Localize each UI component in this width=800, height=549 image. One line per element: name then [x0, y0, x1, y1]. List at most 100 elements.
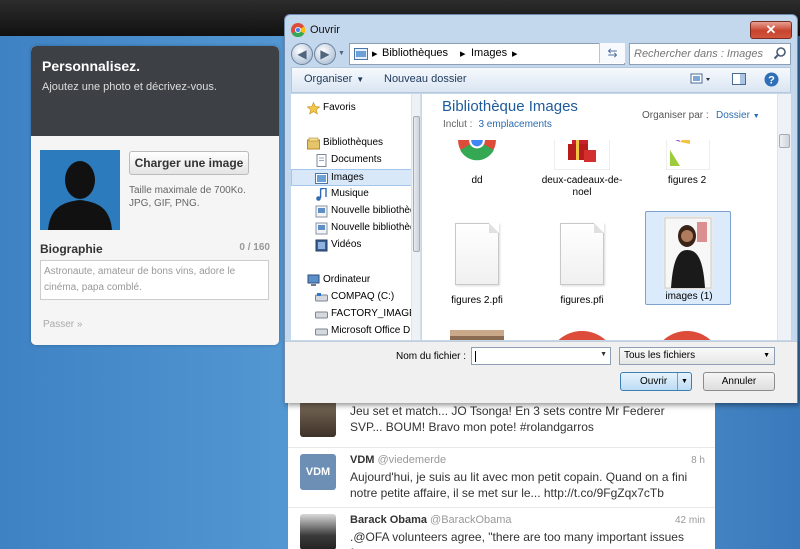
includes-link[interactable]: 3 emplacements: [478, 119, 551, 130]
nav-item-new-library-2[interactable]: Nouvelle bibliothèque: [291, 220, 413, 237]
filename-history-dropdown-icon[interactable]: ▼: [600, 351, 607, 358]
upload-size-hint: Taille maximale de 700Ko.: [129, 185, 246, 196]
nav-scrollbar[interactable]: [411, 94, 420, 340]
new-folder-button[interactable]: Nouveau dossier: [384, 73, 467, 85]
tweet-text: Aujourd'hui, je suis au lit avec mon pet…: [350, 470, 688, 500]
upload-image-button[interactable]: Charger une image: [129, 151, 249, 175]
nav-item-libraries[interactable]: Bibliothèques: [291, 135, 413, 152]
tweet-item[interactable]: VDM VDM @viedemerde 8 h Aujourd'hui, je s…: [288, 447, 715, 505]
nav-item-new-library-1[interactable]: Nouvelle bibliothèque: [291, 203, 413, 220]
filename-label: Nom du fichier :: [396, 351, 467, 362]
tweet-author[interactable]: Barack Obama @BarackObama: [350, 514, 512, 526]
skip-link[interactable]: Passer »: [43, 319, 82, 330]
breadcrumb-item[interactable]: Bibliothèques: [382, 47, 448, 59]
dialog-titlebar[interactable]: Ouvrir ✕: [285, 15, 797, 45]
photo-thumbnail: [450, 330, 504, 340]
text-caret: [475, 351, 476, 362]
nav-item-drive-office[interactable]: Microsoft Office D: [291, 323, 413, 340]
tweet-item[interactable]: Barack Obama @BarackObama 42 min .@OFA vo…: [288, 507, 715, 549]
file-item-figures2[interactable]: figures 2: [644, 140, 730, 200]
search-input[interactable]: [630, 44, 770, 64]
file-name: figures.pfi: [560, 295, 604, 306]
open-button[interactable]: Ouvrir ▼: [620, 372, 692, 391]
breadcrumb-separator-icon[interactable]: ▸: [372, 47, 378, 60]
chevron-down-icon: ▼: [763, 352, 770, 359]
back-arrow-icon[interactable]: ◀: [291, 43, 313, 65]
library-icon: [307, 137, 320, 150]
file-name: figures 2: [667, 175, 707, 186]
chrome-icon: [663, 331, 711, 340]
organize-menu[interactable]: Organiser ▼: [304, 73, 364, 85]
view-options-icon[interactable]: [690, 72, 712, 89]
file-item-dd[interactable]: dd: [434, 140, 520, 200]
nav-item-drive-c[interactable]: COMPAQ (C:): [291, 289, 413, 306]
library-includes: Inclut :3 emplacements: [443, 119, 552, 130]
nav-item-documents[interactable]: Documents: [291, 152, 413, 169]
nav-item-music[interactable]: Musique: [291, 186, 413, 203]
file-item-figures-pfi[interactable]: figures.pfi: [539, 215, 625, 315]
file-item-figures2-pfi[interactable]: figures 2.pfi: [434, 215, 520, 315]
breadcrumb-item[interactable]: Images: [471, 47, 507, 59]
help-icon[interactable]: ?: [764, 72, 779, 90]
file-item-photo[interactable]: [434, 330, 520, 340]
tweet-avatar[interactable]: [300, 514, 336, 549]
content-pane: Bibliothèque Images Inclut :3 emplacemen…: [422, 94, 791, 340]
file-item-chrome[interactable]: [539, 330, 625, 340]
nav-item-favorites[interactable]: Favoris: [291, 100, 413, 117]
nav-item-drive-d[interactable]: FACTORY_IMAGE (D:): [291, 306, 413, 323]
nav-item-videos[interactable]: Vidéos: [291, 237, 413, 254]
breadcrumb-separator-icon[interactable]: ▸: [460, 47, 466, 60]
nav-scrollbar-thumb[interactable]: [413, 116, 420, 252]
profile-title: Personnalisez.: [42, 58, 141, 74]
search-box[interactable]: [629, 43, 791, 65]
breadcrumb-separator-icon[interactable]: ▸: [512, 47, 518, 60]
file-type-value: Tous les fichiers: [624, 350, 696, 361]
file-item-gift[interactable]: deux-cadeaux-de-noel: [539, 140, 625, 210]
tweet-time[interactable]: 42 min: [675, 515, 705, 526]
tweet-avatar[interactable]: [300, 401, 336, 437]
history-dropdown-icon[interactable]: ▼: [338, 50, 345, 57]
photo-thumbnail: [663, 216, 713, 290]
open-button-label: Ouvrir: [640, 376, 668, 387]
gift-image-thumbnail: [554, 140, 610, 170]
bio-textarea[interactable]: Astronaute, amateur de bons vins, adore …: [40, 260, 269, 300]
document-icon: [316, 154, 327, 167]
dialog-title: Ouvrir: [310, 24, 340, 36]
drive-icon: [315, 311, 328, 319]
path-breadcrumb[interactable]: ▸ Bibliothèques ▸ Images ▸ ▼: [349, 43, 647, 65]
search-icon[interactable]: [773, 46, 787, 60]
tweet-time[interactable]: 8 h: [691, 455, 705, 466]
content-scrollbar[interactable]: [777, 94, 791, 340]
star-icon: [307, 102, 320, 115]
command-toolbar: Organiser ▼ Nouveau dossier ?: [291, 67, 791, 93]
nav-item-computer[interactable]: Ordinateur: [291, 272, 413, 289]
nav-item-images[interactable]: Images: [291, 169, 413, 186]
upload-hint: Taille maximale de 700Ko. JPG, GIF, PNG.: [129, 184, 269, 210]
bio-char-count: 0 / 160: [239, 242, 270, 253]
content-scrollbar-thumb[interactable]: [779, 134, 790, 148]
file-type-select[interactable]: Tous les fichiers ▼: [619, 347, 775, 365]
tweet-author[interactable]: VDM @viedemerde: [350, 454, 446, 466]
close-button[interactable]: ✕: [750, 21, 792, 39]
tweet-feed: Jeu set et match... JO Tsonga! En 3 sets…: [288, 395, 715, 549]
arrange-by-dropdown[interactable]: Dossier ▼: [716, 110, 760, 121]
library-images-icon: [354, 48, 368, 60]
refresh-icon[interactable]: ⇆: [599, 43, 625, 63]
chrome-icon: [458, 140, 496, 161]
forward-arrow-icon[interactable]: ▶: [314, 43, 336, 65]
chrome-icon: [291, 23, 305, 37]
video-icon: [315, 239, 328, 252]
file-name: figures 2.pfi: [451, 295, 503, 306]
file-item-images-1[interactable]: images (1): [645, 211, 731, 305]
svg-text:?: ?: [768, 75, 775, 87]
file-item-chrome[interactable]: [644, 330, 730, 340]
preview-pane-icon[interactable]: [732, 72, 746, 89]
open-options-dropdown-icon[interactable]: ▼: [677, 373, 691, 390]
navigation-pane: Favoris Bibliothèques Documents Images M…: [291, 94, 421, 340]
filename-input[interactable]: ▼: [471, 347, 611, 365]
file-name: dd: [471, 175, 483, 186]
tweet-avatar[interactable]: VDM: [300, 454, 336, 490]
address-bar-row: ◀ ▶ ▼ ▸ Bibliothèques ▸ Images ▸ ▼ ⇆: [291, 42, 791, 66]
cancel-button[interactable]: Annuler: [703, 372, 775, 391]
person-silhouette-icon: [40, 150, 120, 230]
